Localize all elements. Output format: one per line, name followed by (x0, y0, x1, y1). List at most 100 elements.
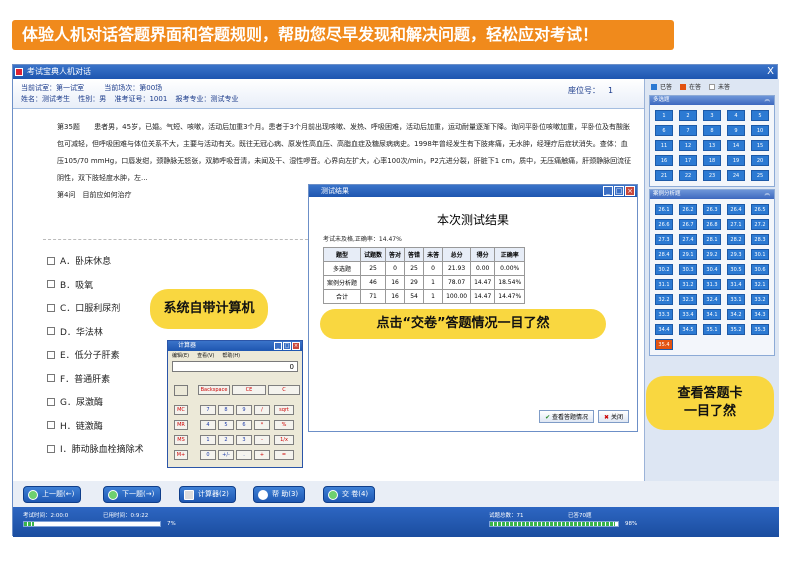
question-cell[interactable]: 34.5 (679, 324, 697, 335)
calc-key[interactable]: +/- (218, 450, 234, 460)
question-cell[interactable]: 30.5 (727, 264, 745, 275)
checkbox[interactable] (47, 303, 55, 312)
question-cell[interactable]: 33.4 (679, 309, 697, 320)
question-cell[interactable]: 22 (679, 170, 697, 181)
next-button[interactable]: 下一题(→) (103, 486, 162, 503)
question-cell[interactable]: 32.4 (703, 294, 721, 305)
question-cell[interactable]: 26.7 (679, 219, 697, 230)
question-cell[interactable]: 30.4 (703, 264, 721, 275)
question-cell[interactable]: 30.2 (655, 264, 673, 275)
calc-key[interactable]: 6 (236, 420, 252, 430)
calc-key[interactable]: 4 (200, 420, 216, 430)
question-cell[interactable]: 5 (751, 110, 769, 121)
prev-button[interactable]: 上一题(←) (23, 486, 82, 503)
question-cell[interactable]: 32.1 (751, 279, 769, 290)
menu-edit[interactable]: 编辑(E) (172, 352, 189, 359)
question-cell[interactable]: 27.3 (655, 234, 673, 245)
question-cell[interactable]: 31.2 (679, 279, 697, 290)
option-f[interactable]: F．普通肝素 (47, 367, 144, 391)
question-cell[interactable]: 30.6 (751, 264, 769, 275)
question-cell[interactable]: 8 (703, 125, 721, 136)
help-button[interactable]: 帮 助(3) (253, 486, 306, 503)
calc-key[interactable]: M+ (174, 450, 188, 460)
checkbox[interactable] (47, 444, 55, 453)
chevron-up-icon[interactable]: ︽ (764, 96, 770, 105)
question-cell[interactable]: 28.1 (703, 234, 721, 245)
option-h[interactable]: H．链激酶 (47, 414, 144, 438)
question-cell[interactable]: 34.1 (703, 309, 721, 320)
question-cell[interactable]: 21 (655, 170, 673, 181)
question-cell[interactable]: 26.4 (727, 204, 745, 215)
panel-header[interactable]: 案例分析题 ︽ (650, 190, 774, 199)
close-icon[interactable]: X (767, 65, 774, 79)
question-cell[interactable]: 26.1 (655, 204, 673, 215)
calc-key[interactable]: = (274, 450, 294, 460)
calc-key[interactable]: * (254, 420, 270, 430)
question-cell[interactable]: 23 (703, 170, 721, 181)
checkbox[interactable] (47, 327, 55, 336)
calc-key[interactable]: 8 (218, 405, 234, 415)
question-cell[interactable]: 9 (727, 125, 745, 136)
question-cell[interactable]: 24 (727, 170, 745, 181)
calc-key[interactable]: 7 (200, 405, 216, 415)
calc-key[interactable]: 3 (236, 435, 252, 445)
question-cell[interactable]: 30.3 (679, 264, 697, 275)
calc-key[interactable]: Backspace (198, 385, 230, 395)
question-cell[interactable]: 27.1 (727, 219, 745, 230)
question-cell[interactable]: 27.4 (679, 234, 697, 245)
option-g[interactable]: G．尿激酶 (47, 390, 144, 414)
question-cell[interactable]: 10 (751, 125, 769, 136)
question-cell[interactable]: 26.8 (703, 219, 721, 230)
menu-help[interactable]: 帮助(H) (222, 352, 240, 359)
view-answers-button[interactable]: ✔ 查看答题情况 (539, 410, 595, 423)
option-i[interactable]: I．肺动脉血栓摘除术 (47, 437, 144, 461)
question-cell[interactable]: 12 (679, 140, 697, 151)
option-d[interactable]: D．华法林 (47, 320, 144, 344)
calc-key[interactable]: 2 (218, 435, 234, 445)
question-cell[interactable]: 28.4 (655, 249, 673, 260)
question-cell[interactable]: 13 (703, 140, 721, 151)
option-b[interactable]: B．吸氧 (47, 273, 144, 297)
question-cell[interactable]: 35.1 (703, 324, 721, 335)
question-cell[interactable]: 7 (679, 125, 697, 136)
question-cell[interactable]: 19 (727, 155, 745, 166)
question-cell[interactable]: 35.3 (751, 324, 769, 335)
close-icon[interactable]: × (625, 186, 635, 196)
calc-key[interactable]: CE (232, 385, 266, 395)
question-cell[interactable]: 31.3 (703, 279, 721, 290)
question-cell[interactable]: 17 (679, 155, 697, 166)
checkbox[interactable] (47, 397, 55, 406)
question-cell[interactable]: 29.2 (703, 249, 721, 260)
calculator-button[interactable]: 计算器(2) (179, 486, 236, 503)
question-cell[interactable]: 14 (727, 140, 745, 151)
question-cell[interactable]: 4 (727, 110, 745, 121)
question-cell[interactable]: 31.4 (727, 279, 745, 290)
question-cell[interactable]: 32.2 (655, 294, 673, 305)
checkbox[interactable] (47, 256, 55, 265)
maximize-icon[interactable]: □ (614, 186, 624, 196)
question-cell[interactable]: 6 (655, 125, 673, 136)
question-cell[interactable]: 33.3 (655, 309, 673, 320)
checkbox[interactable] (47, 280, 55, 289)
question-cell[interactable]: 28.2 (727, 234, 745, 245)
question-cell[interactable]: 1 (655, 110, 673, 121)
question-cell[interactable]: 32.3 (679, 294, 697, 305)
question-cell[interactable]: 33.2 (751, 294, 769, 305)
calc-key[interactable]: MS (174, 435, 188, 445)
panel-header[interactable]: 多选题 ︽ (650, 96, 774, 105)
question-cell[interactable]: 35.4 (655, 339, 673, 350)
calc-key[interactable]: MR (174, 420, 188, 430)
question-cell[interactable]: 3 (703, 110, 721, 121)
question-cell[interactable]: 33.1 (727, 294, 745, 305)
option-c[interactable]: C．口服利尿剂 (47, 296, 144, 320)
question-cell[interactable]: 30.1 (751, 249, 769, 260)
question-cell[interactable]: 34.4 (655, 324, 673, 335)
question-cell[interactable]: 29.1 (679, 249, 697, 260)
question-cell[interactable]: 31.1 (655, 279, 673, 290)
calc-key[interactable]: / (254, 405, 270, 415)
menu-view[interactable]: 查看(V) (197, 352, 214, 359)
calc-key[interactable]: - (254, 435, 270, 445)
question-cell[interactable]: 34.3 (751, 309, 769, 320)
calc-key[interactable]: % (274, 420, 294, 430)
question-cell[interactable]: 27.2 (751, 219, 769, 230)
